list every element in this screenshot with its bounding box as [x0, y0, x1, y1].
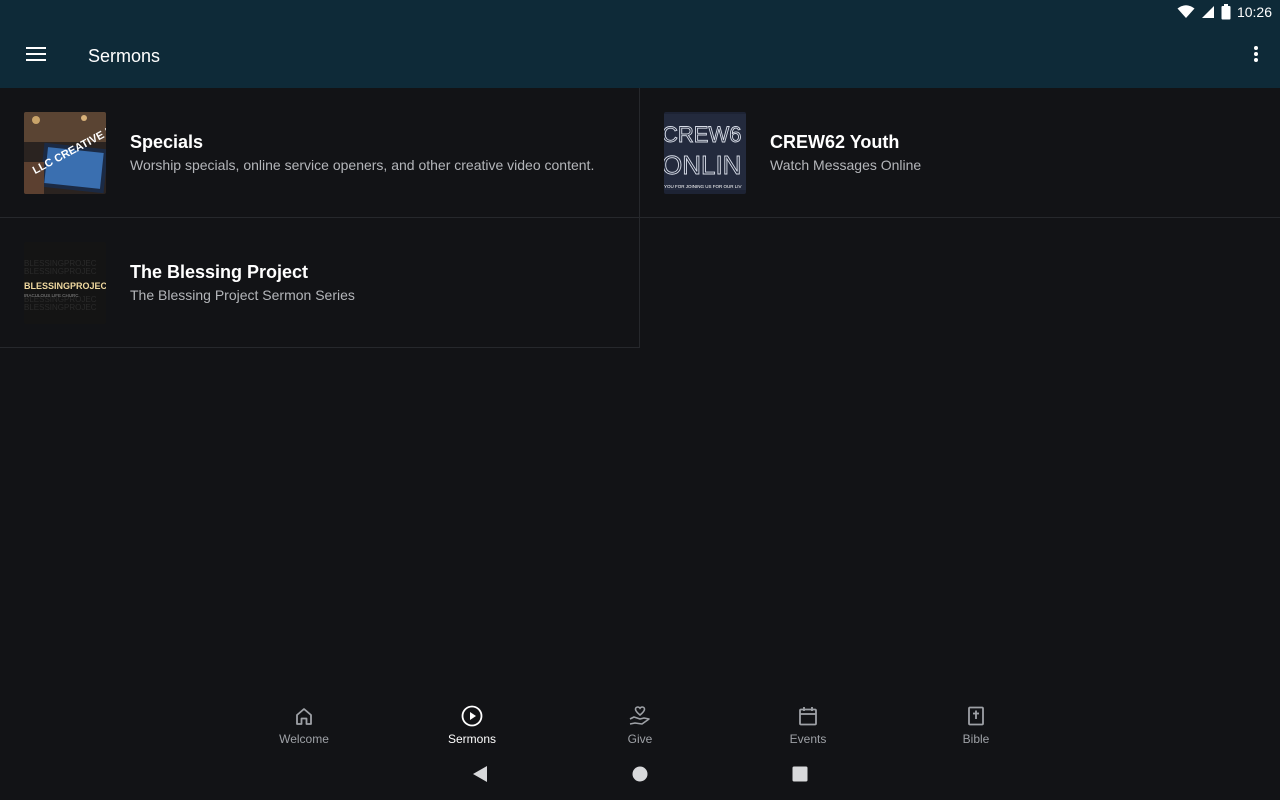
thumb-text-line2: ONLIN	[664, 150, 741, 180]
app-bar: Sermons	[0, 24, 1280, 88]
nav-bible[interactable]: Bible	[892, 696, 1060, 752]
series-card-crew62-youth[interactable]: CREW6 ONLIN YOU FOR JOINING US FOR OUR L…	[640, 88, 1280, 218]
wifi-icon	[1177, 5, 1195, 19]
svg-text:BLESSINGPROJEC: BLESSINGPROJEC	[24, 267, 97, 276]
calendar-icon	[798, 704, 818, 728]
back-triangle-icon	[472, 765, 488, 788]
nav-events[interactable]: Events	[724, 696, 892, 752]
recents-square-icon	[792, 766, 808, 787]
series-thumbnail: CREW6 ONLIN YOU FOR JOINING US FOR OUR L…	[664, 111, 746, 194]
nav-label: Sermons	[447, 732, 497, 746]
more-options-button[interactable]	[1232, 24, 1280, 88]
play-circle-icon	[461, 704, 483, 728]
series-thumbnail: LLC CREATIVE MEDIA	[24, 111, 106, 194]
series-card-specials[interactable]: LLC CREATIVE MEDIA Specials Worship spec…	[0, 88, 640, 218]
battery-icon	[1221, 4, 1231, 20]
back-button[interactable]	[464, 760, 496, 792]
thumb-text-line1: CREW6	[664, 122, 741, 147]
home-circle-icon	[632, 766, 648, 787]
hamburger-icon	[26, 46, 46, 67]
nav-welcome[interactable]: Welcome	[220, 696, 388, 752]
status-time: 10:26	[1236, 4, 1272, 20]
thumb-text-line3: YOU FOR JOINING US FOR OUR LIV	[664, 184, 742, 189]
nav-label: Welcome	[279, 732, 329, 746]
page-title: Sermons	[88, 45, 161, 66]
home-icon	[294, 704, 314, 728]
nav-label: Give	[627, 732, 653, 746]
thumb-text-small: IRACULOUS LIFE CHURC	[24, 293, 79, 298]
more-vert-icon	[1254, 45, 1258, 67]
series-card-blessing-project[interactable]: BLESSINGPROJEC BLESSINGPROJEC BLESSINGPR…	[0, 218, 640, 348]
thumb-text: BLESSINGPROJEC	[24, 281, 106, 291]
series-subtitle: Watch Messages Online	[770, 157, 922, 173]
series-subtitle: The Blessing Project Sermon Series	[130, 287, 355, 303]
series-subtitle: Worship specials, online service openers…	[130, 157, 595, 173]
bottom-navigation: Welcome Sermons Give Events Bible	[0, 696, 1280, 752]
svg-text:BLESSINGPROJEC: BLESSINGPROJEC	[24, 303, 97, 312]
system-navigation-bar	[0, 752, 1280, 800]
series-grid: LLC CREATIVE MEDIA Specials Worship spec…	[0, 88, 1280, 348]
series-thumbnail: BLESSINGPROJEC BLESSINGPROJEC BLESSINGPR…	[24, 241, 106, 324]
nav-give[interactable]: Give	[556, 696, 724, 752]
home-button[interactable]	[624, 760, 656, 792]
give-hand-heart-icon	[629, 704, 651, 728]
nav-label: Bible	[962, 732, 990, 746]
recents-button[interactable]	[784, 760, 816, 792]
series-title: Specials	[130, 132, 204, 152]
nav-sermons[interactable]: Sermons	[388, 696, 556, 752]
status-bar: 10:26	[0, 0, 1280, 24]
series-title: CREW62 Youth	[770, 132, 900, 152]
nav-label: Events	[789, 732, 827, 746]
signal-icon	[1201, 5, 1215, 19]
menu-button[interactable]	[0, 24, 72, 88]
series-title: The Blessing Project	[130, 262, 309, 282]
bible-icon	[966, 704, 986, 728]
